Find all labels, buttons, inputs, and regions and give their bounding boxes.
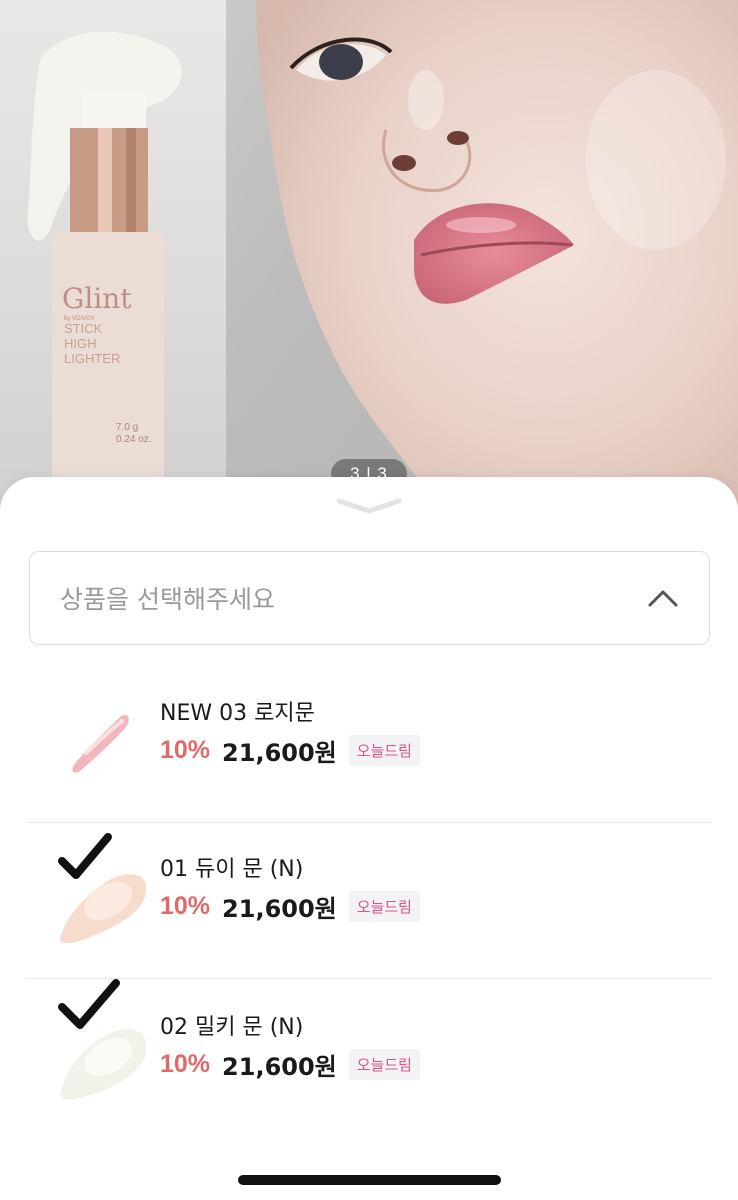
model-face-illustration xyxy=(256,0,738,520)
option-name: NEW 03 로지문 xyxy=(160,701,315,726)
price: 21,600원 xyxy=(222,895,337,923)
today-delivery-badge: 오늘드림 xyxy=(348,891,420,922)
discount-rate: 10% xyxy=(160,736,211,764)
product-photo: Glint by VDIVOV STICK HIGH LIGHTER 7.0 g… xyxy=(0,0,226,520)
product-weight-oz: 0.24 oz. xyxy=(116,434,152,445)
discount-rate: 10% xyxy=(160,892,211,920)
price-row: 10% 21,600원 오늘드림 xyxy=(160,733,420,768)
product-brand: Glint xyxy=(62,282,132,315)
option-bottom-sheet: 상품을 선택해주세요 NEW 03 로지문 10% 21,600원 오늘드림 0… xyxy=(0,477,738,1200)
price: 21,600원 xyxy=(222,1053,337,1081)
product-name-line-1: STICK xyxy=(64,321,103,336)
discount-rate: 10% xyxy=(160,1050,211,1078)
option-select-dropdown[interactable]: 상품을 선택해주세요 xyxy=(29,551,710,645)
divider xyxy=(26,978,712,979)
option-name: 01 듀이 문 (N) xyxy=(160,857,304,882)
product-name-line-3: LIGHTER xyxy=(64,351,120,366)
option-item[interactable]: NEW 03 로지문 10% 21,600원 오늘드림 xyxy=(26,667,712,823)
sheet-handle-icon[interactable] xyxy=(335,495,403,517)
today-delivery-badge: 오늘드림 xyxy=(348,735,420,766)
price-row: 10% 21,600원 오늘드림 xyxy=(160,1047,420,1082)
today-delivery-badge: 오늘드림 xyxy=(348,1049,420,1080)
home-indicator[interactable] xyxy=(238,1175,501,1185)
checkmark-icon xyxy=(58,833,112,879)
product-weight-g: 7.0 g xyxy=(116,422,138,433)
checkmark-icon xyxy=(58,979,120,1029)
product-image-carousel[interactable]: Glint by VDIVOV STICK HIGH LIGHTER 7.0 g… xyxy=(0,0,738,520)
option-item[interactable]: 01 듀이 문 (N) 10% 21,600원 오늘드림 xyxy=(26,823,712,979)
option-item[interactable]: 02 밀키 문 (N) 10% 21,600원 오늘드림 xyxy=(26,979,712,1137)
chevron-up-icon[interactable] xyxy=(647,588,679,608)
price-row: 10% 21,600원 오늘드림 xyxy=(160,889,420,924)
price: 21,600원 xyxy=(222,739,337,767)
highlighter-stick-illustration: Glint by VDIVOV STICK HIGH LIGHTER 7.0 g… xyxy=(27,31,182,520)
option-name: 02 밀키 문 (N) xyxy=(160,1015,304,1040)
swatch-thumbnail xyxy=(72,714,129,773)
product-name-line-2: HIGH xyxy=(64,336,97,351)
select-placeholder: 상품을 선택해주세요 xyxy=(60,585,275,614)
